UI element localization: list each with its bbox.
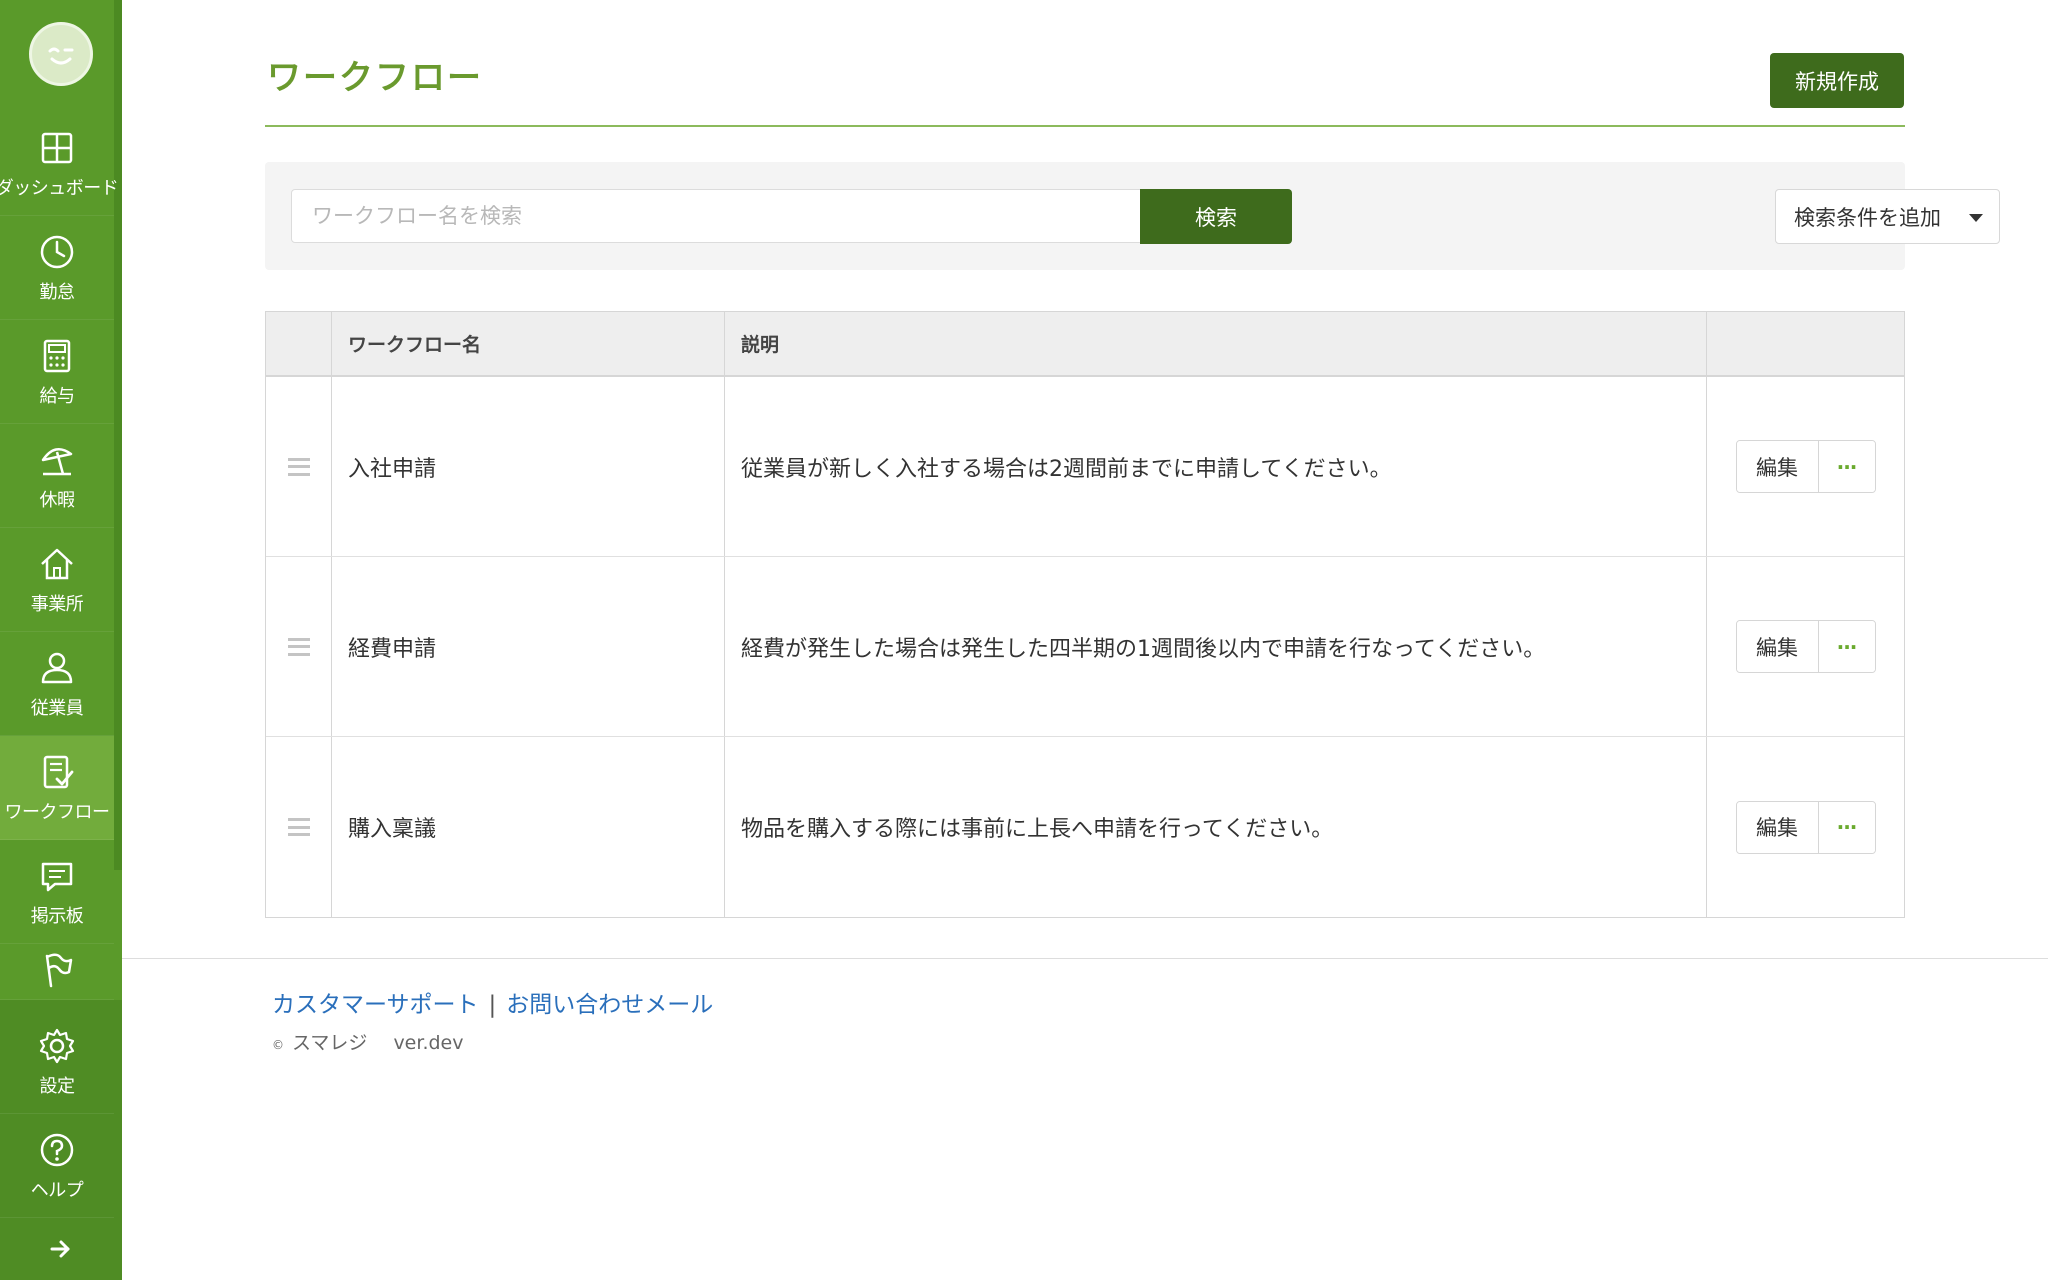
edit-button[interactable]: 編集 <box>1736 621 1819 672</box>
footer-separator: | <box>488 992 497 1018</box>
checklist-icon <box>43 755 74 788</box>
sidebar-item-payroll[interactable]: 給与 <box>0 320 114 424</box>
beach-umbrella-icon <box>41 447 73 475</box>
sidebar-item-label: 掲示板 <box>30 905 84 927</box>
more-options-button[interactable]: ··· <box>1818 441 1875 492</box>
footer-divider <box>122 958 2048 959</box>
sidebar-item-label: 休暇 <box>39 489 76 511</box>
sidebar-item-label: 勤怠 <box>39 281 76 303</box>
caret-down-icon <box>1969 214 1983 222</box>
page-title: ワークフロー <box>267 58 483 98</box>
chat-icon <box>41 862 73 891</box>
workflow-name: 購入稟議 <box>332 737 725 917</box>
sidebar-item-settings[interactable]: 設定 <box>0 1010 114 1114</box>
wink-face-icon <box>48 47 74 65</box>
search-input[interactable] <box>291 189 1141 243</box>
actions-cell: 編集 ··· <box>1707 377 1904 556</box>
sidebar-item-label: 事業所 <box>30 593 84 615</box>
column-header-description: 説明 <box>725 312 1707 375</box>
sidebar-item-label: 給与 <box>39 385 76 407</box>
drag-cell <box>266 377 332 556</box>
calculator-icon <box>43 339 71 372</box>
workflow-description: 物品を購入する際には事前に上長へ申請を行ってください。 <box>725 737 1707 917</box>
sidebar-scrollbar[interactable] <box>114 0 122 870</box>
new-workflow-button[interactable]: 新規作成 <box>1770 53 1904 108</box>
row-action-group: 編集 ··· <box>1735 440 1876 493</box>
copyright: © スマレジ ver.dev <box>272 1028 463 1055</box>
person-icon <box>41 652 73 683</box>
sidebar-item-workflow[interactable]: ワークフロー <box>0 736 114 840</box>
gear-icon <box>39 1028 75 1063</box>
sidebar-item-flag[interactable] <box>0 944 114 1000</box>
version-label: ver.dev <box>393 1032 464 1054</box>
actions-cell: 編集 ··· <box>1707 557 1904 736</box>
search-button[interactable]: 検索 <box>1140 189 1292 244</box>
workflow-description: 従業員が新しく入社する場合は2週間前までに申請してください。 <box>725 377 1707 556</box>
sidebar-item-label: ワークフロー <box>4 801 111 823</box>
table-header: ワークフロー名 説明 <box>266 312 1904 377</box>
more-options-button[interactable]: ··· <box>1818 621 1875 672</box>
title-divider <box>265 125 1905 127</box>
drag-handle-icon[interactable] <box>287 637 310 656</box>
row-action-group: 編集 ··· <box>1735 800 1876 854</box>
sidebar-item-label: ダッシュボード <box>0 177 119 199</box>
copyright-mark: © <box>272 1038 284 1052</box>
drag-handle-icon[interactable] <box>287 457 310 476</box>
user-avatar-logo[interactable] <box>29 22 93 86</box>
main-content: ワークフロー 新規作成 検索 検索条件を追加 ワークフロー名 説明 入社申請 従… <box>122 0 2048 1280</box>
column-header-drag <box>266 312 332 375</box>
edit-button[interactable]: 編集 <box>1736 441 1819 492</box>
search-panel: 検索 検索条件を追加 <box>265 162 2000 270</box>
customer-support-link[interactable]: カスタマーサポート <box>272 992 479 1018</box>
drag-handle-icon[interactable] <box>287 818 310 836</box>
sidebar-item-label: 設定 <box>39 1075 76 1097</box>
flag-icon <box>45 953 73 988</box>
workflow-name: 経費申請 <box>332 557 725 736</box>
workflow-name: 入社申請 <box>332 377 725 556</box>
more-options-button[interactable]: ··· <box>1818 801 1875 853</box>
sidebar-item-employees[interactable]: 従業員 <box>0 632 114 736</box>
help-icon <box>40 1133 74 1166</box>
dashboard-icon <box>41 132 73 163</box>
table-row: 購入稟議 物品を購入する際には事前に上長へ申請を行ってください。 編集 ··· <box>266 737 1904 917</box>
footer-links: カスタマーサポート | お問い合わせメール <box>272 985 713 1019</box>
sidebar-item-dashboard[interactable]: ダッシュボード <box>0 112 119 216</box>
arrow-right-icon <box>50 1240 70 1258</box>
company-name: スマレジ <box>292 1032 368 1054</box>
sidebar: ダッシュボード 勤怠 給与 休暇 事業所 従業員 ワークフロー 掲示板 設定 ヘ… <box>0 0 122 1280</box>
sidebar-item-office[interactable]: 事業所 <box>0 528 114 632</box>
sidebar-item-help[interactable]: ヘルプ <box>0 1114 114 1218</box>
sidebar-item-attendance[interactable]: 勤怠 <box>0 216 114 320</box>
edit-button[interactable]: 編集 <box>1736 801 1819 853</box>
sidebar-item-vacation[interactable]: 休暇 <box>0 424 114 528</box>
add-filter-label: 検索条件を追加 <box>1794 205 1941 230</box>
sidebar-item-label: 従業員 <box>30 697 84 719</box>
sidebar-item-bulletin[interactable]: 掲示板 <box>0 840 114 944</box>
home-icon <box>41 548 73 579</box>
drag-cell <box>266 557 332 736</box>
workflow-table: ワークフロー名 説明 入社申請 従業員が新しく入社する場合は2週間前までに申請し… <box>265 311 1905 918</box>
actions-cell: 編集 ··· <box>1707 737 1904 917</box>
column-header-actions <box>1707 312 1904 375</box>
sidebar-expand-button[interactable] <box>0 1225 122 1273</box>
drag-cell <box>266 737 332 917</box>
table-row: 入社申請 従業員が新しく入社する場合は2週間前までに申請してください。 編集 ·… <box>266 377 1904 557</box>
clock-icon <box>40 235 74 268</box>
workflow-description: 経費が発生した場合は発生した四半期の1週間後以内で申請を行なってください。 <box>725 557 1707 736</box>
sidebar-item-label: ヘルプ <box>30 1179 84 1201</box>
contact-email-link[interactable]: お問い合わせメール <box>506 992 713 1018</box>
row-action-group: 編集 ··· <box>1735 620 1876 673</box>
add-filter-dropdown[interactable]: 検索条件を追加 <box>1775 189 2000 244</box>
column-header-name: ワークフロー名 <box>332 312 725 375</box>
table-row: 経費申請 経費が発生した場合は発生した四半期の1週間後以内で申請を行なってくださ… <box>266 557 1904 737</box>
